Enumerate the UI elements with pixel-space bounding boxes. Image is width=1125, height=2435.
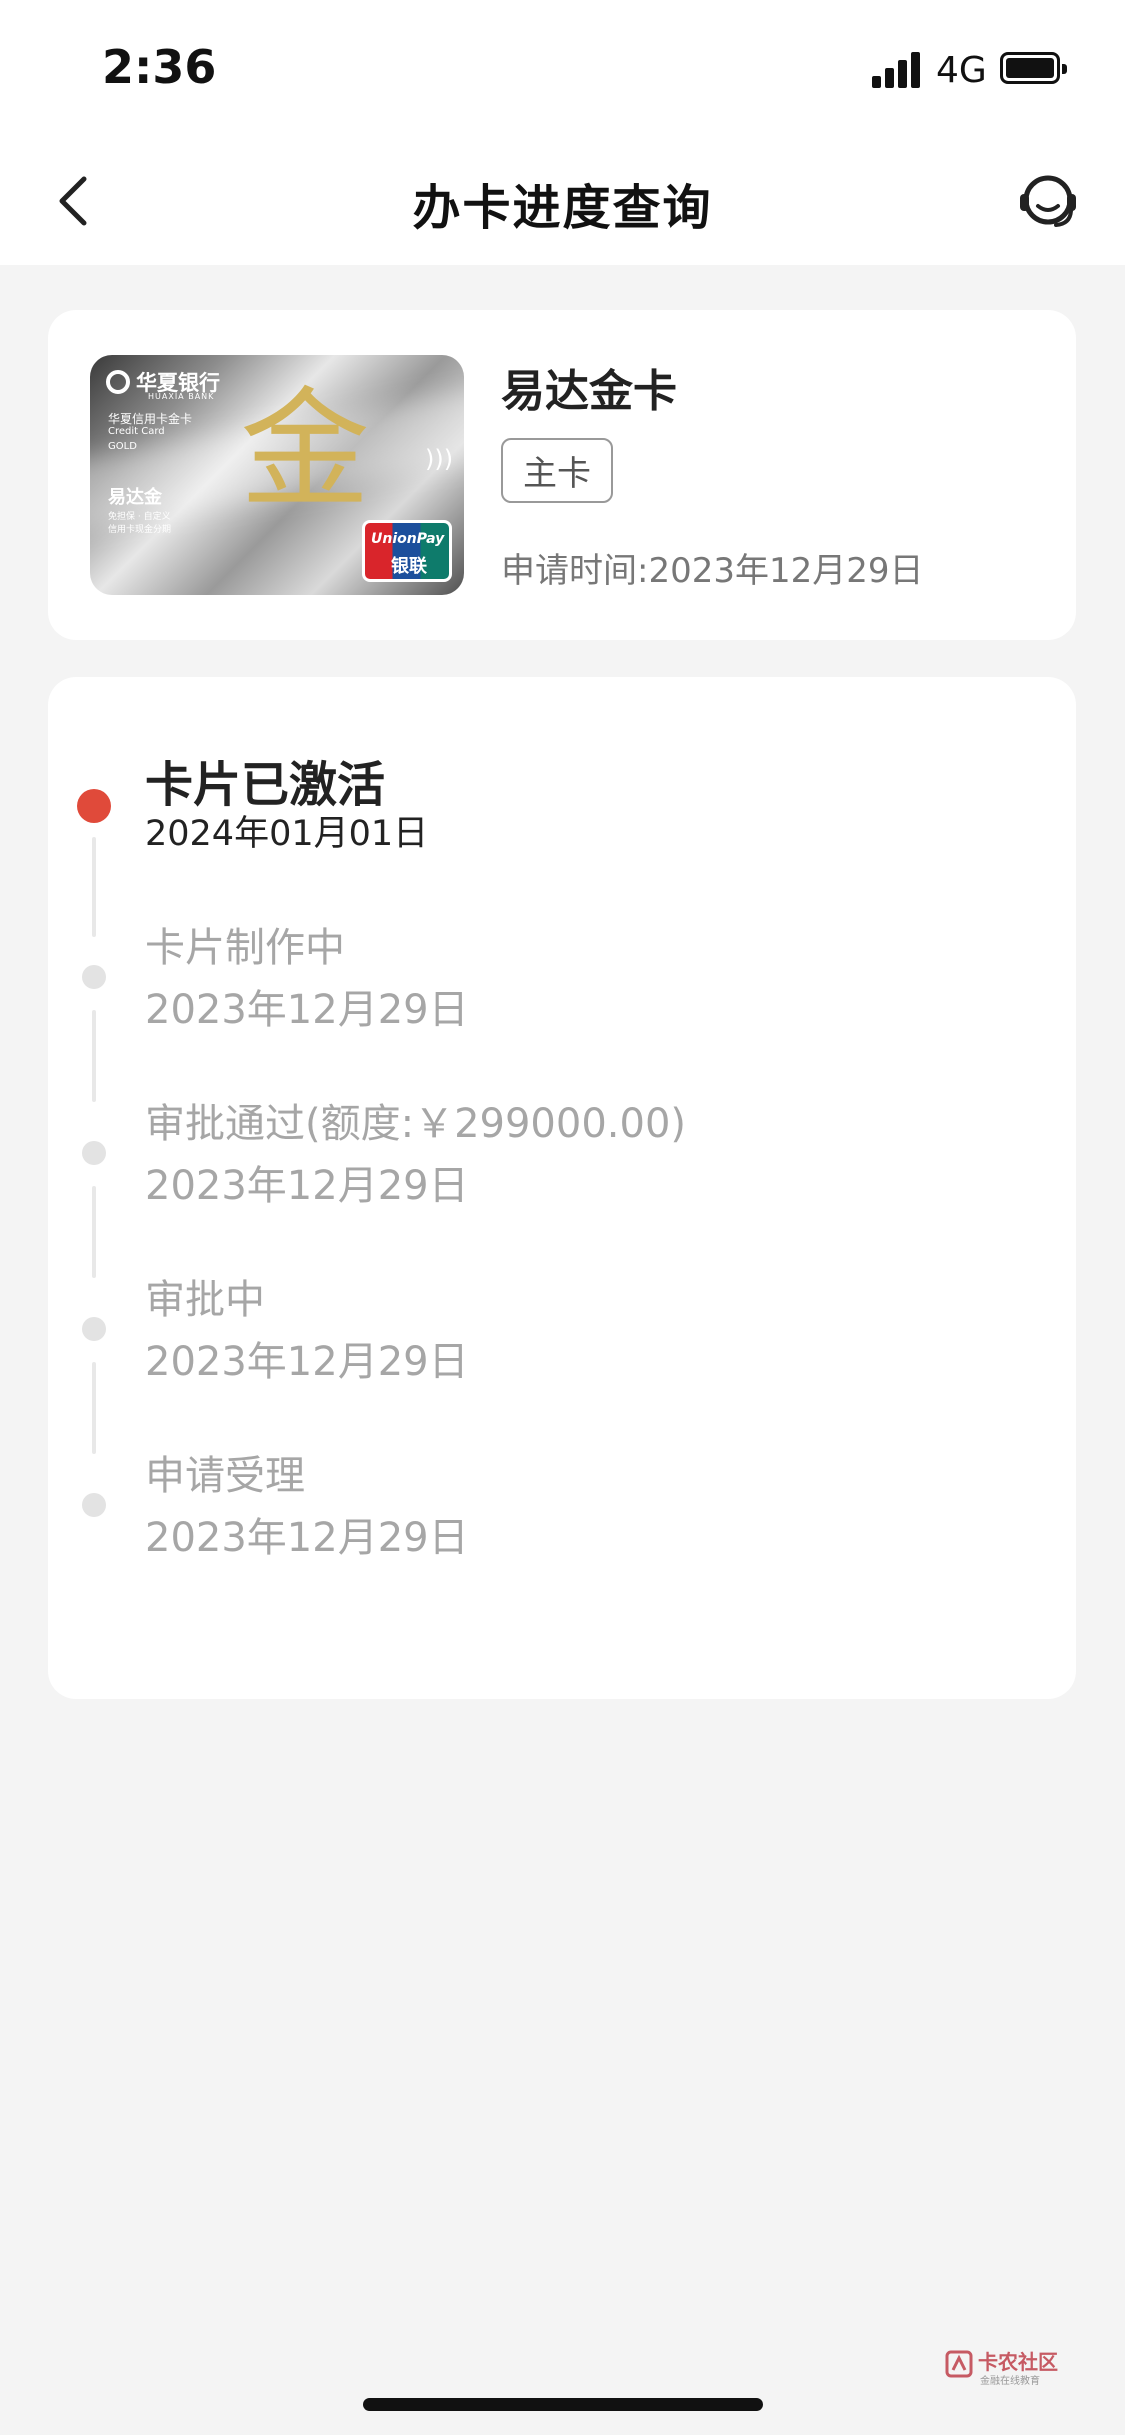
unionpay-logo: UnionPay 银联 (362, 520, 452, 582)
watermark-subtext: 金融在线教育 (980, 2376, 1040, 2387)
card-feature-1: 免担保 · 自定义 (108, 512, 171, 522)
step-date: 2023年12月29日 (145, 1515, 469, 1561)
timeline-dot (82, 1493, 106, 1517)
card-type-en: Credit Card (108, 426, 165, 437)
timeline-connector (92, 1186, 96, 1278)
progress-timeline: 卡片已激活 2024年01月01日 卡片制作中 2023年12月29日 审批通过… (48, 677, 1076, 1699)
watermark-text: 卡农社区 (978, 2350, 1058, 2374)
apply-time: 申请时间:2023年12月29日 (501, 543, 924, 592)
step-date: 2023年12月29日 (145, 1339, 469, 1385)
card-product-name: 易达金 (108, 487, 162, 508)
status-bar: 2:36 4G (0, 0, 1125, 140)
bank-name-en: HUAXIA BANK (148, 392, 215, 401)
status-time: 2:36 (102, 40, 217, 94)
step-date: 2023年12月29日 (145, 987, 469, 1033)
bank-logo-icon (106, 370, 130, 394)
signal-icon (872, 52, 922, 88)
watermark-logo-icon (945, 2350, 973, 2378)
card-type-label: 华夏信用卡金卡 (108, 412, 193, 426)
page-title: 办卡进度查询 (412, 180, 713, 236)
step-title: 卡片制作中 (145, 925, 345, 971)
card-level: GOLD (108, 441, 137, 452)
network-type: 4G (936, 50, 987, 91)
step-title: 申请受理 (145, 1453, 305, 1499)
contactless-icon: ))) (425, 445, 454, 473)
step-title: 审批中 (145, 1277, 265, 1323)
card-feature-2: 信用卡现金分期 (108, 525, 172, 535)
card-type-badge: 主卡 (501, 438, 613, 503)
timeline-connector (92, 837, 96, 937)
credit-card-image: 华夏银行 HUAXIA BANK 华夏信用卡金卡 Credit Card GOL… (90, 355, 464, 595)
step-date: 2024年01月01日 (145, 814, 429, 854)
customer-service-button[interactable] (1010, 162, 1086, 238)
gold-character: 金 (240, 374, 371, 526)
step-title: 审批通过(额度:￥299000.00) (145, 1101, 686, 1147)
timeline-connector (92, 1010, 96, 1102)
timeline-dot (82, 965, 106, 989)
timeline-dot (82, 1141, 106, 1165)
customer-service-icon (1020, 175, 1076, 227)
apply-time-label: 申请时间: (501, 551, 649, 591)
timeline-connector (92, 1362, 96, 1454)
card-name: 易达金卡 (501, 366, 677, 417)
apply-time-value: 2023年12月29日 (648, 551, 924, 591)
timeline-dot-active (77, 789, 111, 823)
card-summary-panel: 华夏银行 HUAXIA BANK 华夏信用卡金卡 Credit Card GOL… (48, 310, 1076, 640)
timeline-dot (82, 1317, 106, 1341)
step-date: 2023年12月29日 (145, 1163, 469, 1209)
home-indicator[interactable] (363, 2398, 763, 2411)
battery-icon (1000, 52, 1067, 84)
navigation-bar: 办卡进度查询 (0, 140, 1125, 265)
